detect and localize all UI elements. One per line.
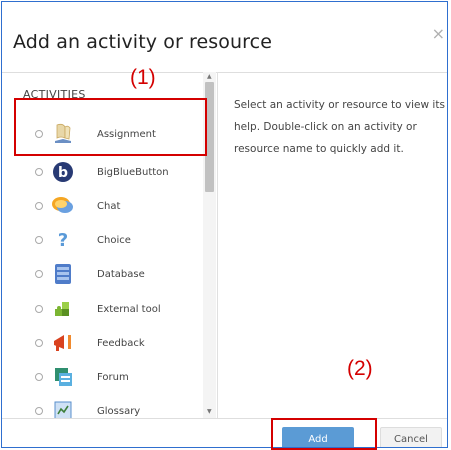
item-label: External tool	[97, 303, 161, 315]
radio-button[interactable]	[35, 202, 43, 210]
dialog-header: Add an activity or resource ×	[2, 2, 447, 73]
svg-text:?: ?	[58, 230, 68, 251]
radio-button[interactable]	[35, 168, 43, 176]
item-label: Choice	[97, 234, 131, 246]
item-label: Chat	[97, 200, 121, 212]
bigbluebutton-icon: b	[50, 159, 76, 185]
item-label: Glossary	[97, 405, 141, 417]
radio-button[interactable]	[35, 373, 43, 381]
annotation-box-step1	[14, 98, 207, 156]
annotation-box-step2	[271, 418, 377, 450]
glossary-icon	[50, 398, 76, 418]
external-tool-icon	[50, 296, 76, 322]
dialog-footer: Add Cancel	[2, 418, 447, 447]
dialog-frame: Add an activity or resource × ACTIVITIES…	[1, 1, 448, 448]
svg-text:b: b	[58, 165, 68, 181]
list-item-bigbluebutton[interactable]: b BigBlueButton	[10, 155, 202, 189]
list-item-feedback[interactable]: Feedback	[10, 326, 202, 360]
close-icon[interactable]: ×	[432, 24, 445, 43]
feedback-icon	[50, 330, 76, 356]
item-label: BigBlueButton	[97, 166, 169, 178]
annotation-label-step1: (1)	[130, 66, 156, 89]
radio-button[interactable]	[35, 305, 43, 313]
radio-button[interactable]	[35, 339, 43, 347]
list-item-forum[interactable]: Forum	[10, 360, 202, 394]
list-item-chat[interactable]: Chat	[10, 189, 202, 223]
list-item-external-tool[interactable]: External tool	[10, 292, 202, 326]
chat-icon	[50, 193, 76, 219]
radio-button[interactable]	[35, 407, 43, 415]
database-icon	[50, 261, 76, 287]
scroll-down-arrow-icon[interactable]: ▼	[207, 409, 212, 415]
item-label: Database	[97, 268, 145, 280]
list-item-database[interactable]: Database	[10, 257, 202, 291]
list-item-choice[interactable]: ? Choice	[10, 223, 202, 257]
item-label: Feedback	[97, 337, 145, 349]
choice-icon: ?	[50, 227, 76, 253]
scroll-up-arrow-icon[interactable]: ▲	[207, 74, 212, 80]
cancel-button[interactable]: Cancel	[380, 427, 442, 447]
annotation-label-step2: (2)	[347, 357, 373, 380]
radio-button[interactable]	[35, 270, 43, 278]
dialog-title: Add an activity or resource	[13, 31, 272, 53]
list-item-glossary[interactable]: Glossary	[10, 394, 202, 418]
item-label: Forum	[97, 371, 129, 383]
radio-button[interactable]	[35, 236, 43, 244]
help-text: Select an activity or resource to view i…	[234, 99, 445, 155]
forum-icon	[50, 364, 76, 390]
